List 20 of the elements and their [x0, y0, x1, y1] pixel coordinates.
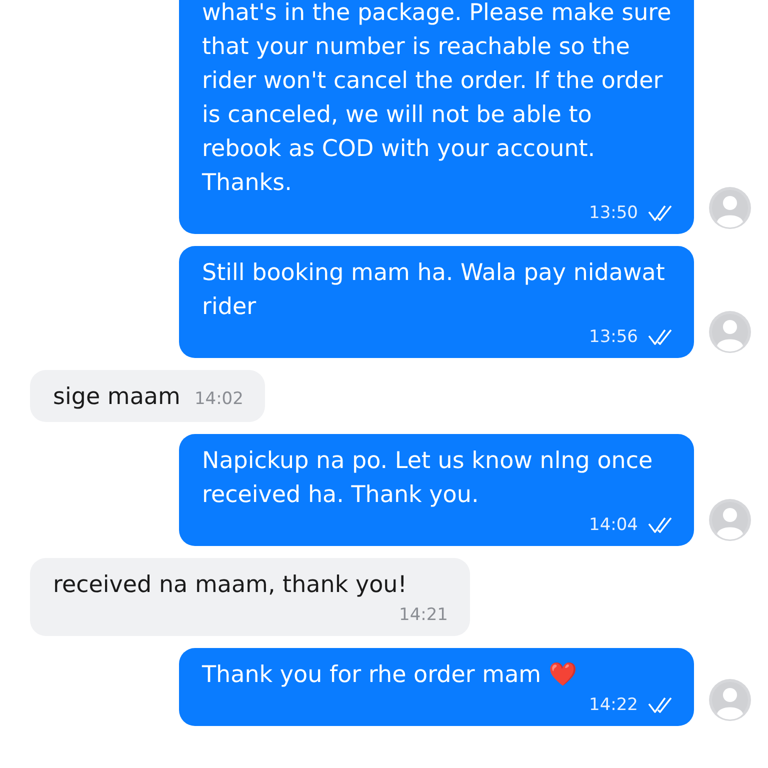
message-text: received na maam, thank you!: [53, 571, 407, 600]
message-text: sige maam: [53, 383, 180, 412]
avatar-icon: [708, 186, 752, 230]
double-check-icon: [648, 204, 672, 222]
message-time: 14:21: [399, 604, 448, 627]
double-check-icon: [648, 328, 672, 346]
message-time: 14:02: [194, 388, 244, 411]
message-text: Napickup na po. Let us know nlng once received ha. Thank you.: [202, 447, 654, 510]
message-text: Still booking mam ha. Wala pay nidawat rider: [202, 259, 666, 322]
message-text: Thank you for rhe order mam ❤: [202, 661, 578, 690]
avatar-icon: [708, 498, 752, 542]
avatar-icon: [708, 678, 752, 722]
avatar-icon: [708, 310, 752, 354]
message-time: 14:04: [589, 514, 638, 537]
message-time: 13:50: [589, 202, 638, 225]
double-check-icon: [648, 516, 672, 534]
message-time: 14:22: [589, 694, 638, 717]
message-text: what's in the package. Please make sure that your number is reachable so the rider won't cancel the order. If the order is canceled, we will not be able to rebook as COD with your account. Thanks.: [202, 0, 672, 198]
message-time: 13:56: [589, 326, 638, 349]
double-check-icon: [648, 696, 672, 714]
